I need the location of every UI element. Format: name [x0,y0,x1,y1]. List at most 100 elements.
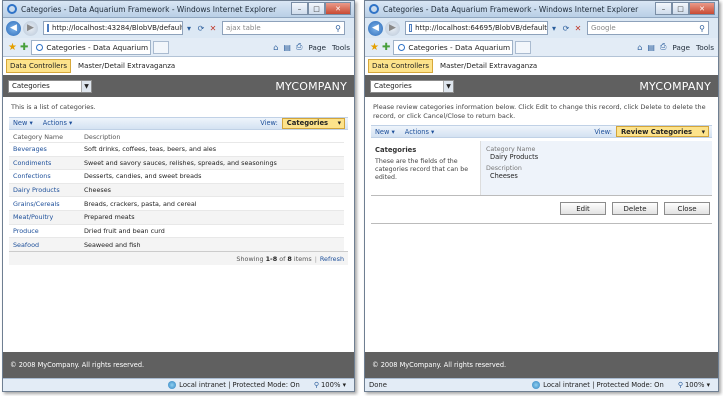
delete-button[interactable]: Delete [612,202,658,215]
ie-icon [369,4,379,14]
edit-button[interactable]: Edit [560,202,606,215]
site-menu: Data Controllers Master/Detail Extravaga… [365,57,718,75]
site-banner: Categories ▼ MYCOMPANY [365,75,718,97]
view-selector[interactable]: Categories ▾ [281,117,345,129]
title-bar[interactable]: Categories - Data Aquarium Framework - W… [3,1,354,18]
stop-icon[interactable]: ✕ [207,22,219,35]
category-description: Soft drinks, coffees, teas, beers, and a… [80,142,344,157]
back-button[interactable]: ◀ [368,20,383,36]
feeds-icon[interactable]: ▤ [647,43,655,52]
new-tab-button[interactable] [153,40,170,54]
actions-menu[interactable]: Actions ▾ [43,119,73,127]
table-row[interactable]: Grains/Cereals Breads, crackers, pasta, a… [9,196,344,211]
maximize-button[interactable]: □ [672,2,689,15]
category-description: Desserts, candies, and sweet breads [80,169,344,184]
search-input[interactable]: Google ⚲ [587,21,709,35]
tools-menu[interactable]: Tools [332,43,350,52]
new-menu[interactable]: New ▾ [375,128,395,136]
table-row[interactable]: Dairy Products Cheeses [9,182,344,197]
tab-categories[interactable]: Categories - Data Aquarium Framew... [393,39,514,55]
category-description: Breads, crackers, pasta, and cereal [80,196,344,211]
home-icon[interactable]: ⌂ [637,43,642,52]
security-zone[interactable]: Local intranet | Protected Mode: On [168,381,300,389]
window-title: Categories - Data Aquarium Framework - W… [383,4,639,14]
category-name-link[interactable]: Seafood [9,237,80,252]
feeds-icon[interactable]: ▤ [283,43,291,52]
close-button[interactable]: ✕ [325,2,351,15]
category-name-link[interactable]: Produce [9,223,80,238]
refresh-icon[interactable]: ⟳ [560,22,572,35]
maximize-button[interactable]: □ [308,2,325,15]
new-menu[interactable]: New ▾ [13,119,33,127]
zoom-control[interactable]: ⚲ 100% ▾ [314,381,346,389]
form-category-title: Categories [375,146,417,154]
add-favorites-icon[interactable]: ✚ [20,42,28,53]
address-text: http://localhost:64695/BlobVB/default [415,24,547,32]
security-zone[interactable]: Local intranet | Protected Mode: On [532,381,664,389]
table-row[interactable]: Beverages Soft drinks, coffees, teas, bee… [9,142,344,157]
category-name-link[interactable]: Confections [9,169,80,184]
address-dropdown-icon[interactable]: ▾ [183,22,195,35]
table-row[interactable]: Confections Desserts, candies, and sweet … [9,169,344,184]
minimize-button[interactable]: – [655,2,672,15]
menu-master-detail[interactable]: Master/Detail Extravaganza [437,60,540,72]
menu-data-controllers[interactable]: Data Controllers [368,59,434,73]
category-name-link[interactable]: Grains/Cereals [9,196,80,211]
menu-master-detail[interactable]: Master/Detail Extravaganza [75,60,178,72]
forward-button[interactable]: ▶ [385,20,400,36]
forward-button[interactable]: ▶ [23,20,38,36]
controller-select[interactable]: Categories ▼ [370,79,454,93]
status-bar: Done Local intranet | Protected Mode: On… [365,378,718,391]
search-icon[interactable]: ⚲ [332,24,344,33]
home-icon[interactable]: ⌂ [273,43,278,52]
back-button[interactable]: ◀ [6,20,21,36]
table-row[interactable]: Seafood Seaweed and fish [9,237,344,252]
favorites-star-icon[interactable]: ★ [370,42,379,53]
close-form-button[interactable]: Close [664,202,710,215]
view-selector[interactable]: Review Categories ▾ [615,126,709,137]
tools-menu[interactable]: Tools [696,43,714,52]
action-bar: New ▾ Actions ▾ View: Review Categories … [371,125,712,138]
controller-select[interactable]: Categories ▼ [8,79,92,93]
menu-data-controllers[interactable]: Data Controllers [6,59,72,73]
table-row[interactable]: Produce Dried fruit and bean curd [9,223,344,238]
tab-categories[interactable]: Categories - Data Aquarium Framew... [31,39,152,55]
new-tab-button[interactable] [515,40,532,54]
add-favorites-icon[interactable]: ✚ [382,42,390,53]
category-name-link[interactable]: Condiments [9,155,80,170]
print-icon[interactable]: ⎙ [660,42,666,52]
page-menu[interactable]: Page [672,43,690,52]
category-name-link[interactable]: Beverages [9,142,80,157]
address-field[interactable]: http://localhost:64695/BlobVB/default [405,21,548,35]
zoom-control[interactable]: ⚲ 100% ▾ [678,381,710,389]
category-name-link[interactable]: Dairy Products [9,182,80,197]
address-field[interactable]: http://localhost:43284/BlobVB/default [43,21,183,35]
address-dropdown-icon[interactable]: ▾ [548,22,560,35]
category-description: Sweet and savory sauces, relishes, sprea… [80,155,344,170]
page-content: Data Controllers Master/Detail Extravaga… [365,57,718,378]
category-name-link[interactable]: Meat/Poultry [9,209,80,225]
favorites-star-icon[interactable]: ★ [8,42,17,53]
page-content: Data Controllers Master/Detail Extravaga… [3,57,354,378]
title-bar[interactable]: Categories - Data Aquarium Framework - W… [365,1,718,18]
refresh-link[interactable]: Refresh [320,255,344,263]
actions-menu[interactable]: Actions ▾ [405,128,435,136]
ie-icon [7,4,17,14]
right-browser-window: Categories - Data Aquarium Framework - W… [364,0,719,392]
refresh-icon[interactable]: ⟳ [195,22,207,35]
window-title: Categories - Data Aquarium Framework - W… [21,4,277,14]
pager-items: items [293,254,312,263]
column-header-description[interactable]: Description [80,133,344,143]
print-icon[interactable]: ⎙ [296,42,302,52]
site-footer: © 2008 MyCompany. All rights reserved. [3,352,354,378]
stop-icon[interactable]: ✕ [572,22,584,35]
page-menu[interactable]: Page [308,43,326,52]
column-header-category-name[interactable]: Category Name [9,133,80,143]
search-text: ajax table [226,24,261,32]
minimize-button[interactable]: – [291,2,308,15]
search-icon[interactable]: ⚲ [696,24,708,33]
close-button[interactable]: ✕ [689,2,715,15]
search-input[interactable]: ajax table ⚲ [222,21,345,35]
table-row[interactable]: Meat/Poultry Prepared meats [9,209,344,225]
table-row[interactable]: Condiments Sweet and savory sauces, relis… [9,155,344,170]
